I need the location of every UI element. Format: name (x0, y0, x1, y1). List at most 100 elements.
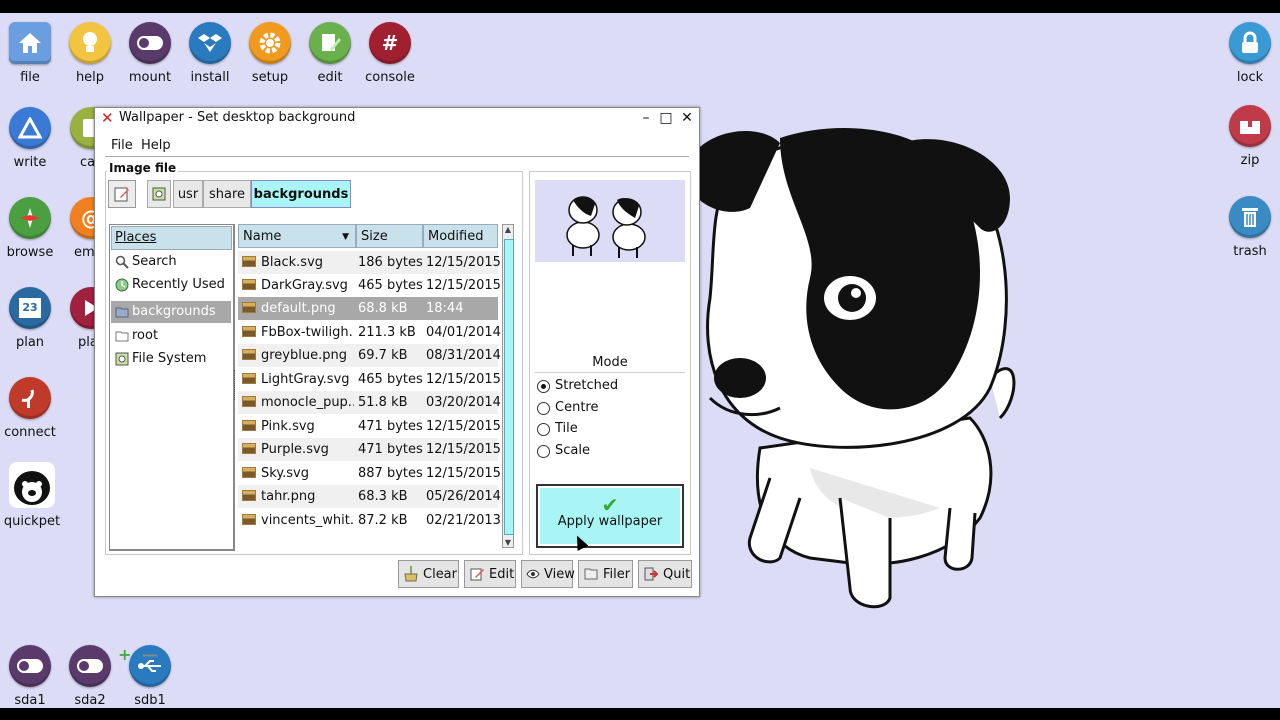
place-root[interactable]: root (111, 325, 231, 347)
button-label: Filer (603, 566, 631, 582)
file-row[interactable]: FbBox-twiligh... 211.3 kB 04/01/2014 (238, 321, 501, 344)
file-size: 68.8 kB (358, 301, 408, 316)
desktop-icon-label: help (75, 70, 105, 85)
place-recently-used[interactable]: Recently Used (111, 274, 231, 296)
file-row[interactable]: Pink.svg 471 bytes 12/15/2015 (238, 415, 501, 438)
column-size[interactable]: Size (356, 224, 423, 248)
desktop-icon-lock[interactable]: lock (1218, 22, 1280, 85)
drive-root-icon (115, 352, 129, 366)
desktop-icon-label: connect (4, 425, 56, 440)
place-file-system[interactable]: File System (111, 348, 231, 370)
file-name: tahr.png (261, 489, 316, 504)
desktop-icon-pla[interactable]: pla (58, 287, 98, 350)
file-row[interactable]: DarkGray.svg 465 bytes 12/15/2015 (238, 274, 501, 297)
file-name: default.png (261, 301, 336, 316)
close-button[interactable]: ✕ (679, 109, 695, 127)
menu-bar: File Help (105, 134, 689, 157)
desktop-icon-em[interactable]: @ em (58, 197, 98, 260)
scrollbar-thumb[interactable] (504, 239, 514, 535)
desktop-icon-quickpet[interactable]: quickpet (0, 462, 64, 529)
minimize-button[interactable]: – (638, 109, 654, 127)
apply-wallpaper-button[interactable]: ✔ Apply wallpaper (536, 484, 684, 548)
desktop-icon-label: plan (15, 335, 45, 350)
file-size: 87.2 kB (358, 513, 408, 528)
desktop-icon-write[interactable]: write (0, 107, 62, 170)
quit-button[interactable]: Quit (638, 560, 692, 588)
menu-help[interactable]: Help (141, 138, 171, 153)
desktop-icon-plan[interactable]: 23 plan (0, 287, 62, 350)
desktop-icon-label: install (190, 70, 230, 85)
file-list-scrollbar[interactable]: ▲ ▼ (502, 224, 514, 548)
file-row[interactable]: Black.svg 186 bytes 12/15/2015 (238, 251, 501, 274)
desktop-icon-sda2[interactable]: sda2 (58, 645, 122, 708)
file-name: LightGray.svg (261, 372, 350, 387)
window-title: Wallpaper - Set desktop background (119, 110, 356, 125)
file-row[interactable]: LightGray.svg 465 bytes 12/15/2015 (238, 368, 501, 391)
scroll-up-icon[interactable]: ▲ (503, 225, 513, 234)
column-name[interactable]: Name ▼ (238, 224, 356, 248)
file-row[interactable]: Sky.svg 887 bytes 12/15/2015 (238, 462, 501, 485)
view-button[interactable]: View (521, 560, 575, 588)
column-modified[interactable]: Modified (423, 224, 498, 248)
apply-wallpaper-label: Apply wallpaper (557, 514, 663, 529)
file-row[interactable]: monocle_pup... 51.8 kB 03/20/2014 (238, 391, 501, 414)
radio-label: Tile (555, 421, 578, 436)
breadcrumb-root[interactable] (147, 180, 171, 208)
file-name: FbBox-twiligh... (261, 325, 354, 340)
desktop-icon-setup[interactable]: setup (238, 22, 302, 85)
bottom-bar (0, 708, 1280, 720)
desktop-icon-console[interactable]: # console (358, 22, 422, 85)
clear-button[interactable]: Clear (398, 560, 459, 588)
folder-icon (583, 566, 599, 582)
desktop-icon-connect[interactable]: connect (0, 377, 62, 440)
place-label: Recently Used (132, 277, 225, 292)
file-row[interactable]: Purple.svg 471 bytes 12/15/2015 (238, 438, 501, 461)
radio-label: Stretched (555, 378, 619, 393)
desktop-icon-help[interactable]: help (58, 22, 122, 85)
desktop-icon-install[interactable]: install (178, 22, 242, 85)
folder-icon (115, 305, 129, 319)
desktop-icon-file[interactable]: file (0, 22, 62, 85)
desktop-icon-trash[interactable]: trash (1218, 196, 1280, 259)
desktop-icon-ca[interactable]: ca (58, 107, 98, 170)
file-row[interactable]: tahr.png 68.3 kB 05/26/2014 (238, 485, 501, 508)
radio-unchecked (537, 423, 550, 436)
add-place-button[interactable]: + (118, 645, 131, 664)
desktop-icon-edit[interactable]: edit (298, 22, 362, 85)
image-file-icon (242, 373, 256, 384)
window-titlebar[interactable]: ✕ Wallpaper - Set desktop background – □… (95, 108, 699, 130)
breadcrumb-share[interactable]: share (203, 180, 251, 208)
desktop-icon-label: lock (1236, 70, 1264, 85)
place-backgrounds[interactable]: backgrounds (111, 301, 231, 323)
filer-button[interactable]: Filer (578, 560, 633, 588)
maximize-button[interactable]: □ (658, 109, 674, 127)
desktop-icon-label: quickpet (3, 514, 61, 529)
place-label: root (132, 328, 159, 343)
desktop-icon-browse[interactable]: browse (0, 197, 62, 260)
place-search[interactable]: Search (111, 251, 231, 273)
desktop-icon-zip[interactable]: zip (1218, 105, 1280, 168)
edit-button[interactable]: Edit (464, 560, 516, 588)
scroll-down-icon[interactable]: ▼ (503, 538, 513, 547)
compass-icon (9, 197, 51, 239)
image-file-icon (242, 256, 256, 267)
desktop-icon-label: setup (251, 70, 289, 85)
eye-icon (526, 566, 540, 582)
file-modified: 12/15/2015 (426, 466, 501, 481)
file-size: 68.3 kB (358, 489, 408, 504)
breadcrumb-usr[interactable]: usr (173, 180, 203, 208)
places-header[interactable]: Places (111, 226, 232, 250)
file-row[interactable]: greyblue.png 69.7 kB 08/31/2014 (238, 344, 501, 367)
breadcrumb-backgrounds[interactable]: backgrounds (251, 180, 351, 208)
menu-file[interactable]: File (111, 138, 133, 153)
desktop-icon-sda1[interactable]: sda1 (0, 645, 62, 708)
edit-path-button[interactable] (108, 180, 136, 208)
image-file-icon (242, 326, 256, 337)
file-row-selected[interactable]: default.png 68.8 kB 18:44 (238, 297, 498, 320)
remove-place-button[interactable]: — (142, 645, 158, 664)
file-modified: 12/15/2015 (426, 255, 501, 270)
file-row[interactable]: vincents_whit... 87.2 kB 02/21/2013 (238, 509, 501, 532)
image-file-icon (242, 349, 256, 360)
desktop-icon-mount[interactable]: mount (118, 22, 182, 85)
file-size: 211.3 kB (358, 325, 416, 340)
